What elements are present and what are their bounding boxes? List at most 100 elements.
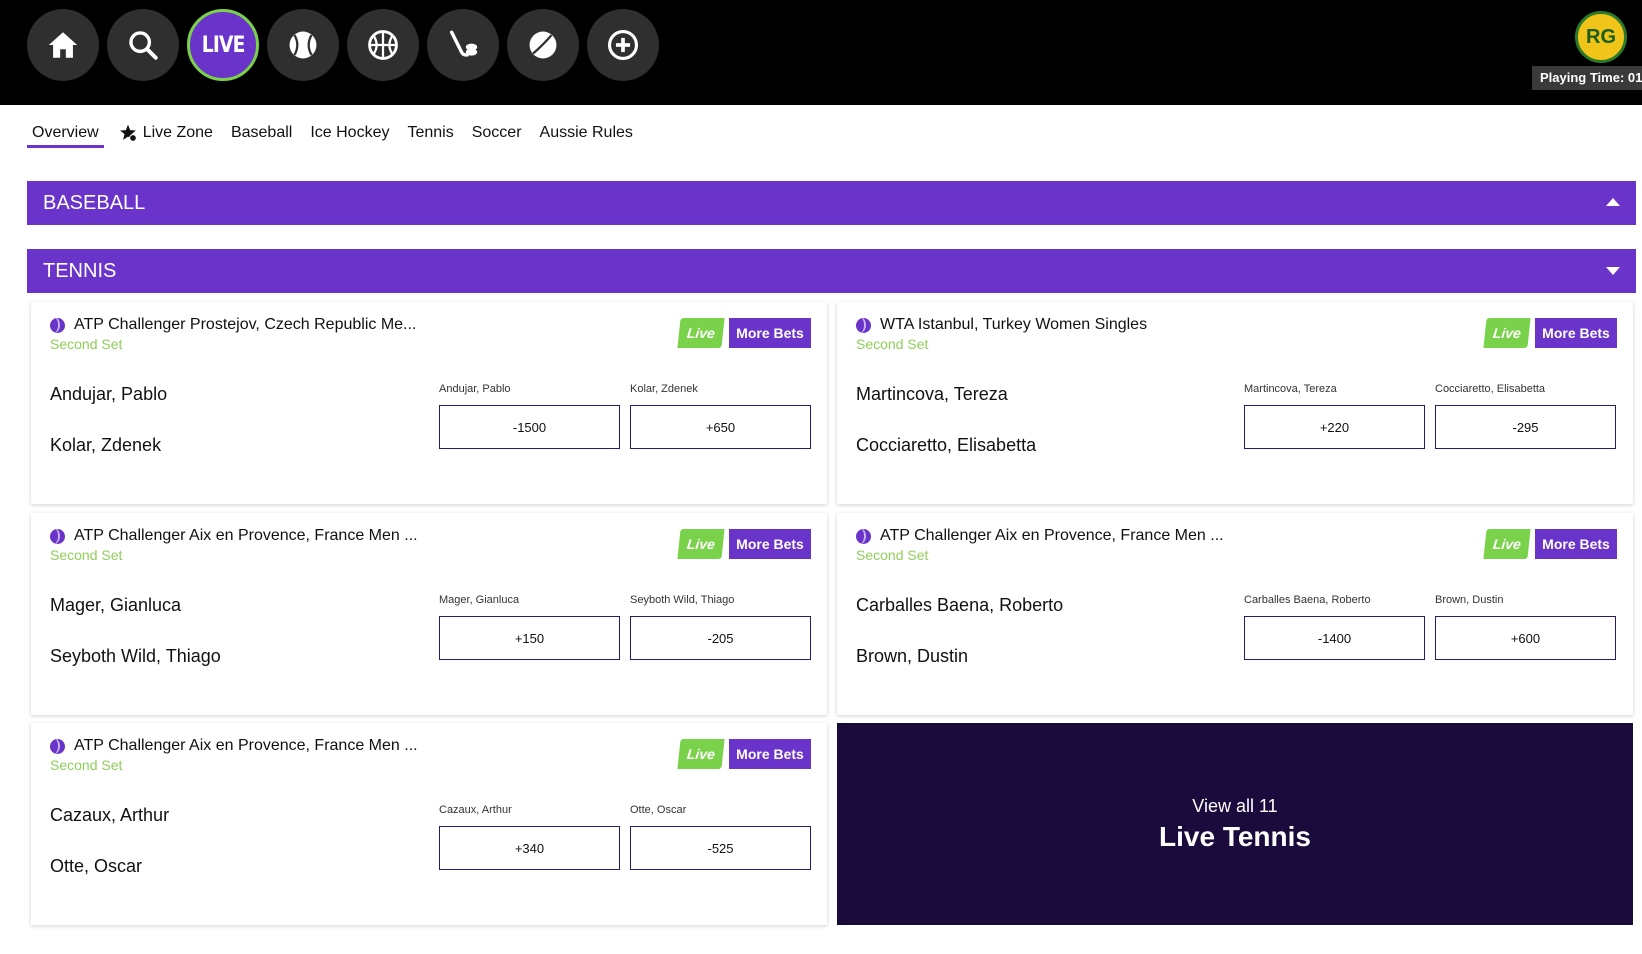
odd-1-label: Andujar, Pablo [439,383,511,395]
section-tennis-title: TENNIS [43,260,117,282]
player-1-name: Cazaux, Arthur [50,805,170,825]
odd-2-button[interactable]: +600 [1435,616,1616,660]
section-tennis-header[interactable]: TENNIS [27,249,1636,293]
tournament-label: ATP Challenger Aix en Provence, France M… [74,737,418,754]
odd-1-button[interactable]: -1400 [1244,616,1425,660]
tournament-name: WTA Istanbul, Turkey Women Singles [856,316,1147,334]
live-button[interactable]: LIVE [187,9,259,81]
player-2-name: Otte, Oscar [50,856,143,876]
home-icon [48,32,78,58]
odd-1-button[interactable]: +340 [439,826,620,870]
odd-2-button[interactable]: -525 [630,826,811,870]
more-bets-button[interactable]: More Bets [729,318,811,348]
hockey-button[interactable] [427,9,499,81]
tennis-ball-icon [50,528,65,544]
home-button[interactable] [27,9,99,81]
tennis-button[interactable] [507,9,579,81]
plus-circle-icon [607,29,639,61]
view-all-title: Live Tennis [1159,820,1311,852]
hockey-icon [449,30,478,57]
odd-2-label: Brown, Dustin [1435,594,1504,606]
live-badge: Live [1483,318,1531,348]
odd-2-label: Otte, Oscar [630,804,687,816]
odd-2-label: Cocciaretto, Elisabetta [1435,383,1546,395]
odd-1-label: Martincova, Tereza [1244,383,1337,395]
tab-baseball[interactable]: Baseball [231,118,292,148]
more-sports-button[interactable] [587,9,659,81]
match-card: ATP Challenger Aix en Provence, France M… [31,723,827,925]
tournament-name: ATP Challenger Aix en Provence, France M… [50,737,418,755]
tennis-icon [529,31,557,59]
tournament-label: ATP Challenger Aix en Provence, France M… [74,527,418,544]
match-card: ATP Challenger Aix en Provence, France M… [837,513,1633,715]
tournament-label: ATP Challenger Aix en Provence, France M… [880,527,1224,544]
odd-2-button[interactable]: +650 [630,405,811,449]
live-label: LIVE [201,32,246,58]
odd-2-label: Seyboth Wild, Thiago [630,594,735,606]
section-baseball-header[interactable]: BASEBALL [27,181,1636,225]
baseball-button[interactable] [267,9,339,81]
match-status: Second Set [856,336,929,352]
live-badge: Live [677,529,725,559]
odd-1-label: Cazaux, Arthur [439,804,512,816]
odd-1-label: Carballes Baena, Roberto [1244,594,1371,606]
view-all-live-tennis[interactable]: View all 11 Live Tennis [837,723,1633,925]
player-2-name: Kolar, Zdenek [50,435,162,455]
tournament-label: ATP Challenger Prostejov, Czech Republic… [74,316,417,333]
odd-1-button[interactable]: -1500 [439,405,620,449]
match-card: WTA Istanbul, Turkey Women Singles Secon… [837,302,1633,504]
match-card: ATP Challenger Prostejov, Czech Republic… [31,302,827,504]
more-bets-button[interactable]: More Bets [1535,529,1617,559]
section-baseball-title: BASEBALL [43,192,146,214]
tennis-ball-icon [856,317,871,333]
playing-time: Playing Time: 01 [1532,66,1642,90]
tab-soccer[interactable]: Soccer [472,118,522,148]
tennis-ball-icon [856,528,871,544]
search-icon [129,31,158,60]
tennis-ball-icon [50,738,65,754]
tab-ice-hockey[interactable]: Ice Hockey [310,118,389,148]
odd-2-button[interactable]: -205 [630,616,811,660]
live-badge: Live [677,739,725,769]
live-badge: Live [1483,529,1531,559]
tab-tennis[interactable]: Tennis [407,118,453,148]
star-gear-icon [119,124,137,142]
logo-text: RG [1586,25,1616,48]
tennis-ball-icon [50,317,65,333]
sport-nav: LIVE [27,9,667,81]
search-button[interactable] [107,9,179,81]
chevron-down-icon [1606,267,1620,275]
live-badge: Live [677,318,725,348]
player-1-name: Mager, Gianluca [50,595,182,615]
match-status: Second Set [50,547,123,563]
odd-2-button[interactable]: -295 [1435,405,1616,449]
tab-live-zone-label: Live Zone [142,124,213,141]
odd-1-label: Mager, Gianluca [439,594,520,606]
top-bar: LIVE RG Playing Time: 01 [0,0,1642,105]
responsible-gaming-logo[interactable]: RG [1575,11,1627,63]
more-bets-button[interactable]: More Bets [729,529,811,559]
player-2-name: Cocciaretto, Elisabetta [856,435,1037,455]
chevron-up-icon [1606,198,1620,206]
player-1-name: Andujar, Pablo [50,384,168,404]
match-status: Second Set [856,547,929,563]
player-1-name: Martincova, Tereza [856,384,1008,404]
tournament-label: WTA Istanbul, Turkey Women Singles [880,316,1148,333]
tournament-name: ATP Challenger Prostejov, Czech Republic… [50,316,416,334]
odd-2-label: Kolar, Zdenek [630,383,698,395]
player-2-name: Seyboth Wild, Thiago [50,646,221,666]
player-2-name: Brown, Dustin [856,646,969,666]
tab-aussie-rules[interactable]: Aussie Rules [540,118,633,148]
odd-1-button[interactable]: +150 [439,616,620,660]
match-status: Second Set [50,336,123,352]
more-bets-button[interactable]: More Bets [1535,318,1617,348]
more-bets-button[interactable]: More Bets [729,739,811,769]
player-1-name: Carballes Baena, Roberto [856,595,1064,615]
odd-1-button[interactable]: +220 [1244,405,1425,449]
basketball-button[interactable] [347,9,419,81]
match-status: Second Set [50,757,123,773]
tab-overview[interactable]: Overview [27,118,104,148]
tab-live-zone[interactable]: Live Zone [118,118,213,148]
baseball-icon [289,31,317,59]
basketball-icon [368,30,398,60]
